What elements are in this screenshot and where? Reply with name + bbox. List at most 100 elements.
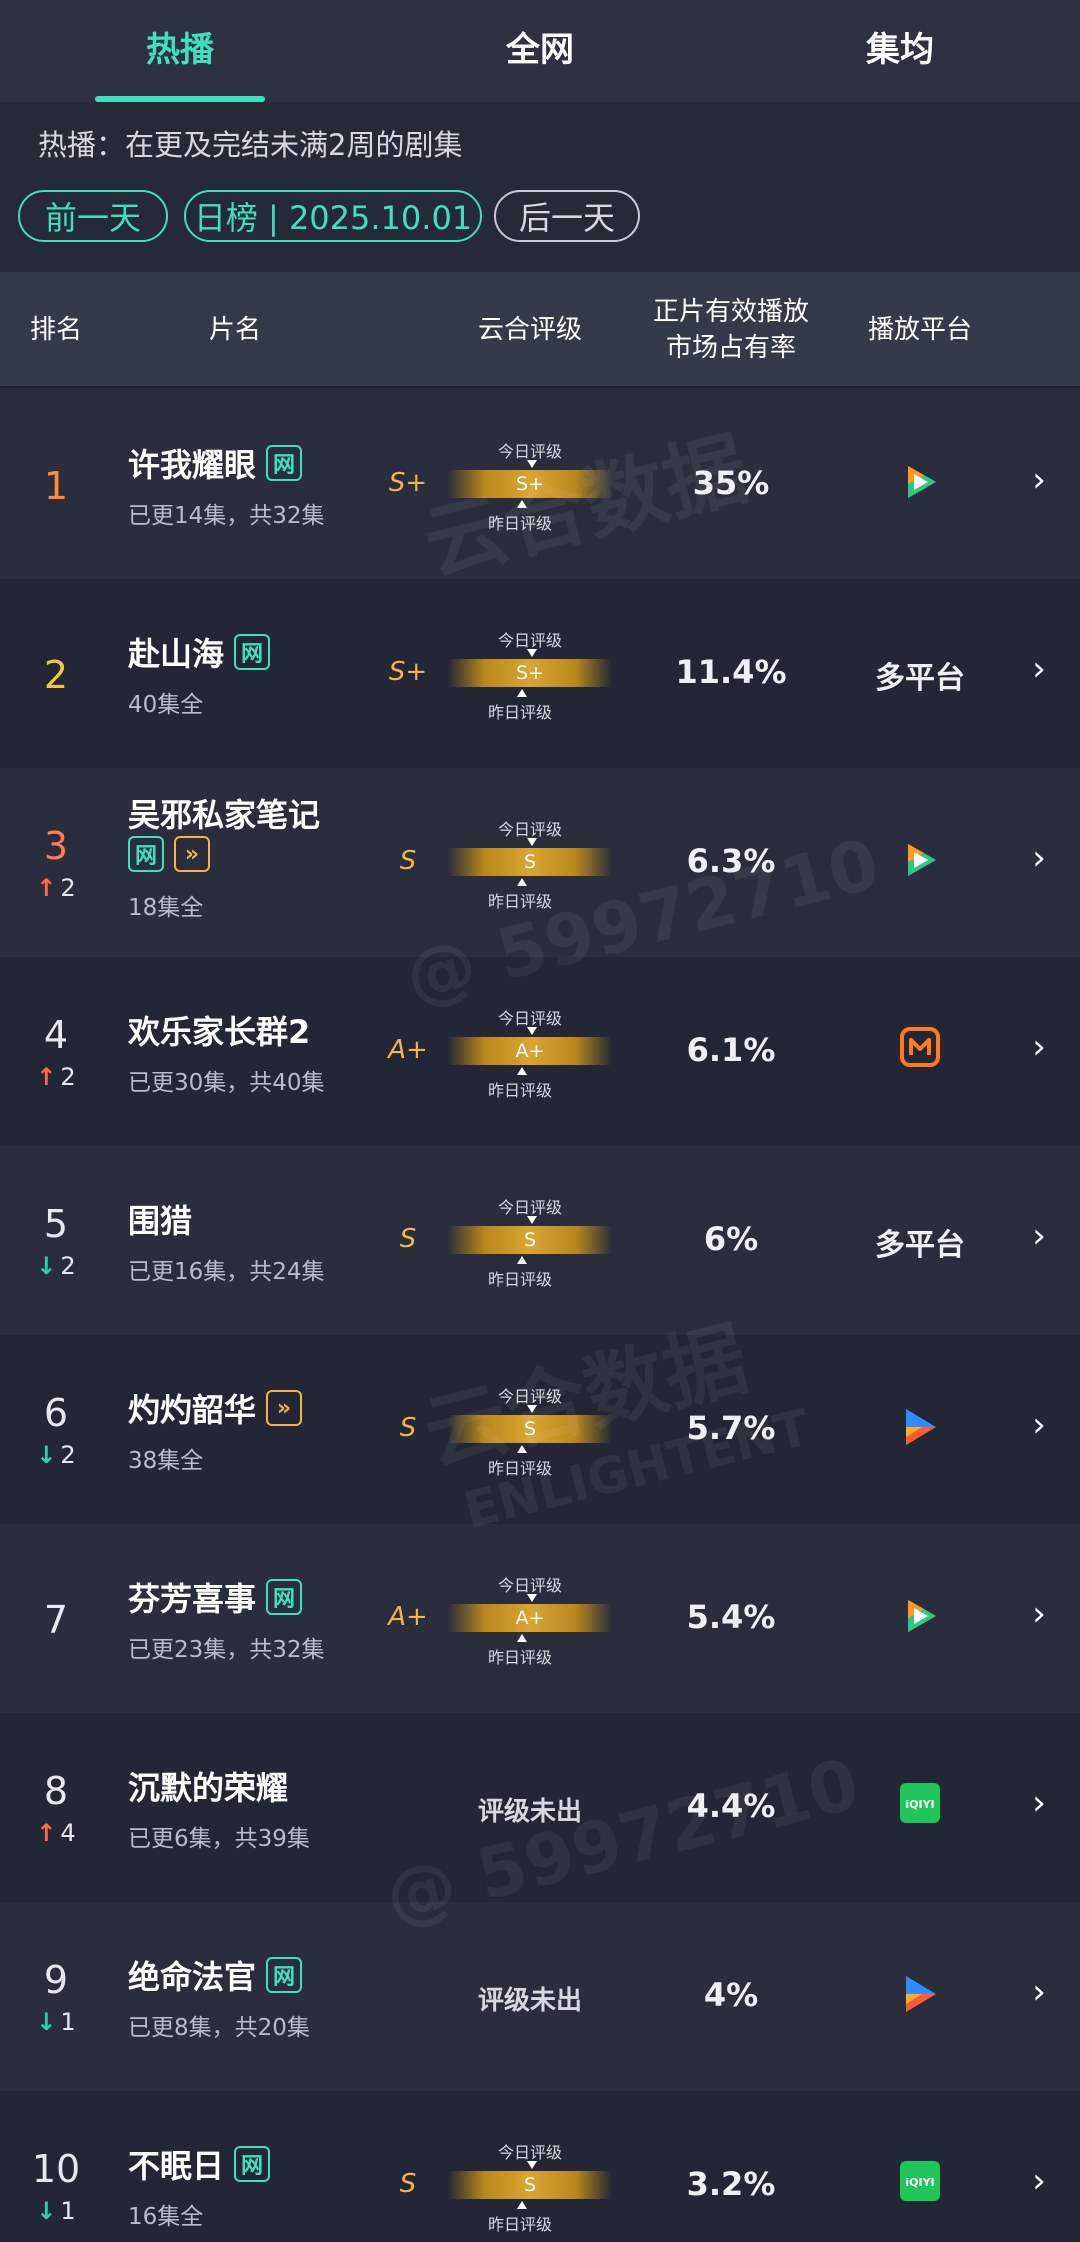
show-title-text: 绝命法官 bbox=[128, 1958, 257, 1996]
yesterday-grade-label: 昨日评级 bbox=[487, 703, 552, 722]
yesterday-grade-marker bbox=[517, 1067, 527, 1075]
arrow-up-icon: ↑ bbox=[36, 1819, 57, 1847]
episode-info: 40集全 bbox=[128, 692, 204, 718]
header-share: 正片有效播放 市场占有率 bbox=[626, 272, 836, 388]
today-grade-marker bbox=[527, 1405, 537, 1413]
yesterday-grade-marker bbox=[517, 1256, 527, 1264]
tencent-video-icon bbox=[898, 1594, 942, 1646]
header-rank: 排名 bbox=[29, 315, 82, 345]
arrow-up-icon: ↑ bbox=[36, 1063, 57, 1091]
platform: iQIYI bbox=[840, 2161, 1000, 2209]
chevron-right-icon[interactable]: › bbox=[1024, 1783, 1054, 1823]
arrow-down-icon: ↓ bbox=[36, 1441, 57, 1469]
today-grade-marker bbox=[527, 1594, 537, 1602]
today-grade-label: 今日评级 bbox=[497, 2143, 562, 2162]
prev-day-button[interactable]: 前一天 bbox=[18, 190, 168, 242]
rank-number: 1 bbox=[43, 464, 69, 508]
grade-bar: S+ bbox=[448, 659, 612, 687]
tab-episode-average[interactable]: 集均 bbox=[720, 0, 1080, 102]
next-day-button[interactable]: 后一天 bbox=[494, 190, 640, 242]
iqiyi-icon: iQIYI bbox=[900, 2161, 940, 2209]
rank-change-value: 4 bbox=[60, 1819, 76, 1847]
chevron-right-icon[interactable]: › bbox=[1024, 1972, 1054, 2012]
episode-info: 已更6集，共39集 bbox=[128, 1826, 310, 1852]
grade-letter: A+ bbox=[388, 1035, 428, 1065]
platform bbox=[840, 1405, 1000, 1457]
header-title: 片名 bbox=[208, 315, 261, 345]
tab-hot[interactable]: 热播 bbox=[0, 0, 360, 102]
rank-number: 8 bbox=[43, 1769, 69, 1813]
chevron-right-icon[interactable]: › bbox=[1024, 460, 1054, 500]
web-drama-badge: 网 bbox=[234, 2146, 271, 2182]
platform bbox=[840, 1972, 1000, 2024]
platform bbox=[840, 460, 1000, 512]
show-title: 赴山海网 bbox=[128, 629, 271, 675]
chevron-right-icon[interactable]: › bbox=[1024, 1594, 1054, 1634]
table-row[interactable]: 5 ↓ 2 围猎 已更16集，共24集 S S 今日评级 昨日评级 6% 多平台 › bbox=[0, 1146, 1080, 1335]
market-share: 6% bbox=[703, 1220, 759, 1258]
arrow-down-icon: ↓ bbox=[36, 2008, 57, 2036]
platform bbox=[840, 1027, 1000, 1075]
grade-letter: S bbox=[399, 2169, 417, 2199]
table-row[interactable]: 7 芬芳喜事网已更23集，共32集 A+ A+ 今日评级 昨日评级 5.4% › bbox=[0, 1524, 1080, 1713]
rank-change-value: 2 bbox=[60, 1252, 76, 1280]
table-row[interactable]: 8 ↑ 4 沉默的荣耀 已更6集，共39集 评级未出 4.4% iQIYI › bbox=[0, 1713, 1080, 1902]
rank-number: 4 bbox=[43, 1013, 69, 1057]
table-row[interactable]: 6 ↓ 2 灼灼韶华» 38集全 S S 今日评级 昨日评级 5.7% › bbox=[0, 1335, 1080, 1524]
show-title: 许我耀眼网 bbox=[128, 440, 303, 486]
rank-change: ↑ 2 bbox=[0, 874, 112, 902]
show-title-text: 灼灼韶华 bbox=[128, 1391, 257, 1429]
yesterday-grade-label: 昨日评级 bbox=[487, 1270, 552, 1289]
header-share-line1: 正片有效播放 bbox=[652, 297, 809, 327]
tab-all-network[interactable]: 全网 bbox=[360, 0, 720, 102]
platform bbox=[840, 1594, 1000, 1646]
fast-forward-badge-icon: » bbox=[174, 836, 210, 872]
market-share: 4% bbox=[703, 1976, 759, 2014]
arrow-down-icon: ↓ bbox=[36, 2197, 57, 2225]
table-row[interactable]: 9 ↓ 1 绝命法官网已更8集，共20集 评级未出 4% › bbox=[0, 1902, 1080, 2091]
episode-info: 已更16集，共24集 bbox=[128, 1259, 325, 1285]
today-grade-label: 今日评级 bbox=[497, 1387, 562, 1406]
chevron-right-icon[interactable]: › bbox=[1024, 1216, 1054, 1256]
chevron-right-icon[interactable]: › bbox=[1024, 838, 1054, 878]
rank-number: 6 bbox=[43, 1391, 69, 1435]
rank-number: 10 bbox=[31, 2147, 81, 2191]
today-grade-marker bbox=[527, 1027, 537, 1035]
chevron-right-icon[interactable]: › bbox=[1024, 2161, 1054, 2201]
tab-all-network-label: 全网 bbox=[506, 29, 574, 70]
rank-change-value: 2 bbox=[60, 1063, 76, 1091]
grade-bar: A+ bbox=[448, 1037, 612, 1065]
yesterday-grade-label: 昨日评级 bbox=[487, 892, 552, 911]
multi-platform-label: 多平台 bbox=[875, 1228, 965, 1263]
chevron-right-icon[interactable]: › bbox=[1024, 1027, 1054, 1067]
grade-letter: A+ bbox=[388, 1602, 428, 1632]
today-grade-label: 今日评级 bbox=[497, 1576, 562, 1595]
table-row[interactable]: 4 ↑ 2 欢乐家长群2 已更30集，共40集 A+ A+ 今日评级 昨日评级 6.1% › bbox=[0, 957, 1080, 1146]
table-row[interactable]: 10 ↓ 1 不眠日网 16集全 S S 今日评级 昨日评级 3.2% iQIYI › bbox=[0, 2091, 1080, 2242]
chevron-right-icon[interactable]: › bbox=[1024, 649, 1054, 689]
today-grade-marker bbox=[527, 649, 537, 657]
table-row[interactable]: 3 ↑ 2 网» 吴邪私家笔记 18集全 S S 今日评级 昨日评级 6.3% › bbox=[0, 768, 1080, 957]
fast-forward-badge-icon: » bbox=[266, 1390, 303, 1426]
rank-change: ↓ 2 bbox=[0, 1441, 112, 1469]
table-row[interactable]: 1 许我耀眼网已更14集，共32集 S+ S+ 今日评级 昨日评级 35% › bbox=[0, 390, 1080, 579]
multi-platform-label: 多平台 bbox=[875, 661, 965, 696]
platform bbox=[840, 838, 1000, 890]
chevron-right-icon[interactable]: › bbox=[1024, 1405, 1054, 1445]
market-share: 3.2% bbox=[686, 2165, 776, 2203]
tab-hot-label: 热播 bbox=[146, 29, 214, 70]
table-header: 排名 片名 云合评级 正片有效播放 市场占有率 播放平台 bbox=[0, 272, 1080, 388]
date-selector[interactable]: 日榜 | 2025.10.01 bbox=[184, 190, 482, 242]
episode-info: 已更8集，共20集 bbox=[128, 2015, 310, 2041]
grade-letter: S bbox=[399, 1224, 417, 1254]
arrow-down-icon: ↓ bbox=[36, 1252, 57, 1280]
yesterday-grade-marker bbox=[517, 500, 527, 508]
table-row[interactable]: 2 赴山海网 40集全 S+ S+ 今日评级 昨日评级 11.4% 多平台 › bbox=[0, 579, 1080, 768]
filter-bar: 热播：在更及完结未满2周的剧集 前一天 日榜 | 2025.10.01 后一天 bbox=[0, 102, 1080, 272]
mango-tv-icon bbox=[900, 1027, 940, 1075]
yesterday-grade-marker bbox=[517, 1445, 527, 1453]
tencent-video-icon bbox=[898, 460, 942, 512]
rank-change-value: 2 bbox=[60, 874, 76, 902]
rank-number: 5 bbox=[43, 1202, 69, 1246]
show-title: 芬芳喜事网 bbox=[128, 1574, 303, 1620]
